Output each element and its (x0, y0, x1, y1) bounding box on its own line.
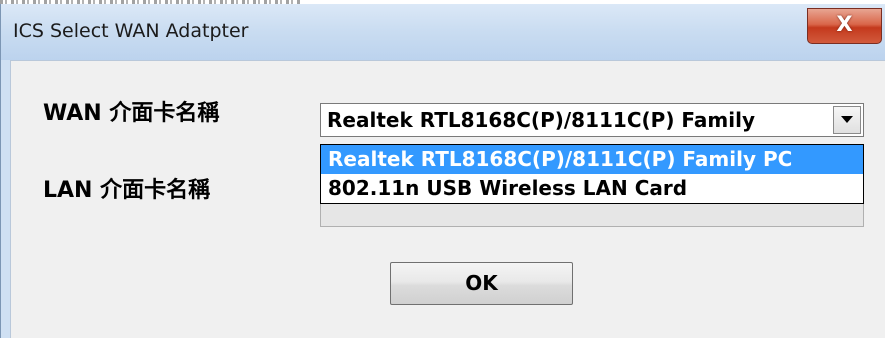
dropdown-option-realtek[interactable]: Realtek RTL8168C(P)/8111C(P) Family PC (321, 145, 863, 174)
chevron-down-icon (841, 116, 853, 123)
dropdown-arrow-button[interactable] (833, 106, 861, 134)
close-button[interactable]: X (807, 8, 882, 44)
wan-adapter-select[interactable]: Realtek RTL8168C(P)/8111C(P) Family (320, 103, 864, 137)
wan-adapter-label: WAN 介面卡名稱 (43, 101, 220, 126)
lan-adapter-label: LAN 介面卡名稱 (43, 178, 211, 203)
title-bar[interactable]: ICS Select WAN Adatpter X (1, 4, 885, 60)
dropdown-option-usb-wireless[interactable]: 802.11n USB Wireless LAN Card (321, 174, 863, 203)
screen: ICS Select WAN Adatpter X WAN 介面卡名稱 LAN … (0, 0, 885, 338)
close-icon: X (836, 12, 853, 36)
ok-button[interactable]: OK (390, 262, 573, 305)
dialog-window: ICS Select WAN Adatpter X WAN 介面卡名稱 LAN … (0, 4, 885, 338)
wan-adapter-dropdown-list: Realtek RTL8168C(P)/8111C(P) Family PC 8… (320, 144, 864, 204)
wan-adapter-value: Realtek RTL8168C(P)/8111C(P) Family (327, 108, 755, 132)
dialog-body: WAN 介面卡名稱 LAN 介面卡名稱 Realtek RTL8168C(P)/… (10, 60, 885, 338)
window-title: ICS Select WAN Adatpter (13, 20, 249, 42)
